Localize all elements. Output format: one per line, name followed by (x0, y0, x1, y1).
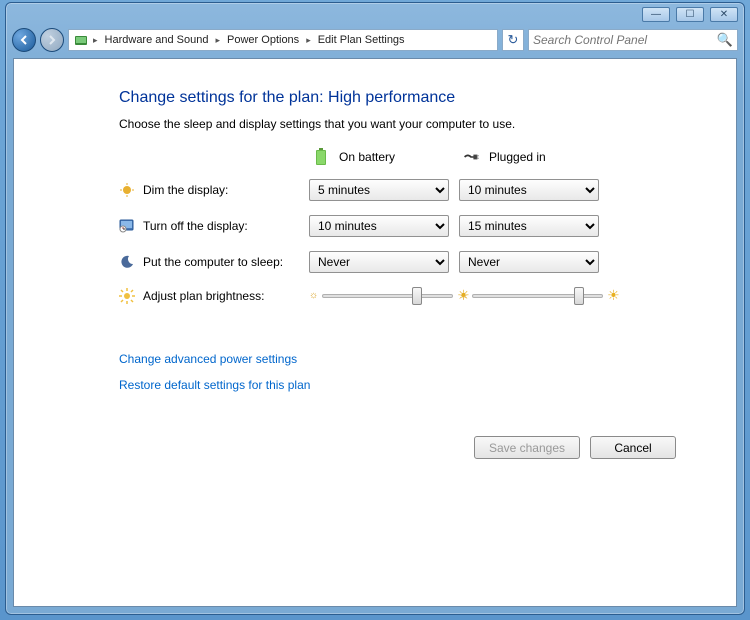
dim-label-text: Dim the display: (143, 183, 228, 197)
chevron-right-icon: ▸ (304, 35, 313, 46)
sleep-battery-select[interactable]: Never (309, 251, 449, 273)
brightness-label-text: Adjust plan brightness: (143, 289, 264, 303)
chevron-right-icon: ▸ (214, 35, 223, 46)
sun-big-icon: ☀ (607, 287, 620, 304)
sleep-plugged-select[interactable]: Never (459, 251, 599, 273)
row-dim-label: Dim the display: (119, 182, 309, 198)
titlebar: — ☐ ✕ (6, 3, 744, 25)
restore-defaults-link[interactable]: Restore default settings for this plan (119, 378, 696, 392)
close-button[interactable]: ✕ (710, 7, 738, 22)
arrow-right-icon (46, 34, 58, 46)
sun-small-icon: ☼ (459, 290, 468, 301)
navbar: ▸ Hardware and Sound ▸ Power Options ▸ E… (6, 25, 744, 55)
search-box[interactable]: 🔍 (528, 29, 738, 51)
breadcrumb[interactable]: ▸ Hardware and Sound ▸ Power Options ▸ E… (68, 29, 498, 51)
refresh-button[interactable]: ↻ (502, 29, 524, 51)
breadcrumb-power-options[interactable]: Power Options (222, 30, 304, 50)
turnoff-label-text: Turn off the display: (143, 219, 248, 233)
back-button[interactable] (12, 28, 36, 52)
breadcrumb-edit-plan[interactable]: Edit Plan Settings (313, 30, 410, 50)
window: — ☐ ✕ ▸ Hardware and Sound ▸ Power Optio… (5, 2, 745, 615)
sleep-icon (119, 254, 135, 270)
search-input[interactable] (533, 33, 717, 47)
row-brightness-label: Adjust plan brightness: (119, 288, 309, 304)
refresh-icon: ↻ (508, 32, 519, 48)
control-panel-icon (73, 32, 89, 48)
battery-icon (313, 149, 329, 165)
forward-button[interactable] (40, 28, 64, 52)
save-button[interactable]: Save changes (474, 436, 580, 459)
column-header-plugged: Plugged in (459, 149, 609, 165)
row-sleep-label: Put the computer to sleep: (119, 254, 309, 270)
sun-small-icon: ☼ (309, 290, 318, 301)
advanced-settings-link[interactable]: Change advanced power settings (119, 352, 696, 366)
maximize-button[interactable]: ☐ (676, 7, 704, 22)
dim-icon (119, 182, 135, 198)
content-area: Change settings for the plan: High perfo… (13, 58, 737, 607)
minimize-button[interactable]: — (642, 7, 670, 22)
breadcrumb-hardware[interactable]: Hardware and Sound (100, 30, 214, 50)
turnoff-plugged-select[interactable]: 15 minutes (459, 215, 599, 237)
column-header-battery: On battery (309, 149, 459, 165)
page-subtitle: Choose the sleep and display settings th… (119, 117, 696, 131)
col-battery-label: On battery (339, 150, 395, 164)
row-turnoff-label: Turn off the display: (119, 218, 309, 234)
settings-grid: On battery Plugged in Dim the display: 5… (119, 149, 696, 304)
cancel-button[interactable]: Cancel (590, 436, 676, 459)
links-section: Change advanced power settings Restore d… (119, 352, 696, 392)
brightness-battery-slider[interactable] (322, 294, 453, 298)
dim-battery-select[interactable]: 5 minutes (309, 179, 449, 201)
col-plugged-label: Plugged in (489, 150, 546, 164)
sleep-label-text: Put the computer to sleep: (143, 255, 283, 269)
dim-plugged-select[interactable]: 10 minutes (459, 179, 599, 201)
monitor-icon (119, 218, 135, 234)
search-icon: 🔍 (717, 32, 733, 48)
button-row: Save changes Cancel (14, 420, 736, 459)
chevron-right-icon: ▸ (91, 35, 100, 46)
turnoff-battery-select[interactable]: 10 minutes (309, 215, 449, 237)
plug-icon (463, 149, 479, 165)
arrow-left-icon (18, 34, 30, 46)
page-title: Change settings for the plan: High perfo… (119, 89, 696, 107)
brightness-plugged-slider[interactable] (472, 294, 603, 298)
brightness-icon (119, 288, 135, 304)
brightness-plugged-slider-cell: ☼ ☀ (459, 287, 599, 304)
brightness-battery-slider-cell: ☼ ☀ (309, 287, 449, 304)
